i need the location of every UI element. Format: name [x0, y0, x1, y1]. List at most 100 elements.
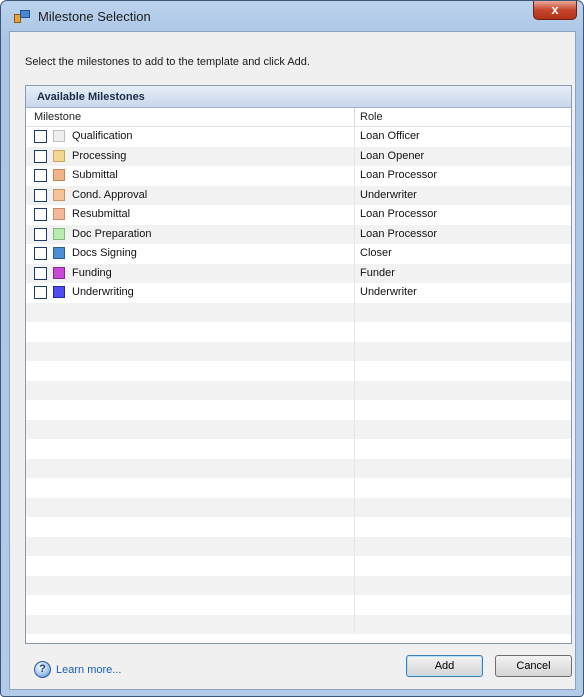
- column-divider: [354, 341, 355, 361]
- empty-row: [26, 595, 571, 615]
- column-divider: [354, 517, 355, 537]
- column-divider: [354, 614, 355, 634]
- milestone-checkbox[interactable]: [34, 149, 47, 163]
- column-divider: [354, 400, 355, 420]
- milestone-row[interactable]: Funding Funder: [26, 263, 571, 283]
- column-divider: [354, 322, 355, 342]
- milestone-name: Cond. Approval: [72, 188, 148, 201]
- milestone-role: Loan Opener: [360, 149, 425, 162]
- column-header-milestone[interactable]: Milestone: [34, 111, 81, 123]
- column-divider: [354, 185, 355, 205]
- milestone-color-swatch-icon: [53, 188, 65, 201]
- empty-row: [26, 458, 571, 478]
- empty-row: [26, 497, 571, 517]
- milestone-name: Docs Signing: [72, 247, 137, 259]
- milestone-checkbox[interactable]: [34, 188, 47, 202]
- milestone-checkbox[interactable]: [34, 286, 47, 299]
- window-title: Milestone Selection: [38, 9, 151, 24]
- close-button[interactable]: x: [533, 1, 577, 20]
- milestone-role: Loan Processor: [360, 227, 438, 240]
- empty-row: [26, 380, 571, 400]
- milestone-row[interactable]: Docs Signing Closer: [26, 244, 571, 264]
- milestone-role: Underwriter: [360, 188, 417, 201]
- milestone-checkbox[interactable]: [34, 130, 47, 143]
- milestone-role: Loan Processor: [360, 169, 438, 181]
- column-divider: [354, 419, 355, 439]
- empty-row: [26, 419, 571, 439]
- milestone-checkbox[interactable]: [34, 169, 47, 182]
- column-divider: [354, 380, 355, 400]
- column-divider: [354, 224, 355, 244]
- milestone-row[interactable]: Cond. Approval Underwriter: [26, 185, 571, 205]
- empty-row: [26, 556, 571, 576]
- available-milestones-panel: Available Milestones Milestone Role Qual…: [25, 85, 572, 644]
- column-divider[interactable]: [354, 108, 355, 127]
- column-divider: [354, 166, 355, 186]
- milestone-checkbox[interactable]: [34, 266, 47, 280]
- learn-more-link[interactable]: Learn more...: [56, 664, 121, 676]
- milestone-name: Qualification: [72, 130, 133, 142]
- column-divider: [354, 556, 355, 576]
- column-divider: [354, 595, 355, 615]
- empty-row: [26, 302, 571, 322]
- empty-row: [26, 575, 571, 595]
- milestone-color-swatch-icon: [53, 247, 65, 259]
- column-divider: [354, 205, 355, 225]
- milestone-color-swatch-icon: [53, 227, 65, 240]
- milestone-color-swatch-icon: [53, 208, 65, 220]
- empty-row: [26, 439, 571, 459]
- title-bar[interactable]: Milestone Selection x: [1, 1, 583, 31]
- milestone-name: Resubmittal: [72, 208, 131, 220]
- milestone-color-swatch-icon: [53, 286, 65, 298]
- milestone-role: Underwriter: [360, 286, 417, 298]
- milestone-row[interactable]: Doc Preparation Loan Processor: [26, 224, 571, 244]
- milestone-row[interactable]: Qualification Loan Officer: [26, 127, 571, 147]
- cancel-button[interactable]: Cancel: [495, 655, 572, 677]
- column-divider: [354, 127, 355, 147]
- milestone-name: Processing: [72, 149, 127, 162]
- column-divider: [354, 361, 355, 381]
- milestone-color-swatch-icon: [53, 149, 65, 162]
- instruction-text: Select the milestones to add to the temp…: [25, 56, 310, 68]
- column-divider: [354, 497, 355, 517]
- column-divider: [354, 575, 355, 595]
- milestone-row[interactable]: Submittal Loan Processor: [26, 166, 571, 186]
- milestone-color-swatch-icon: [53, 130, 65, 142]
- column-divider: [354, 146, 355, 166]
- empty-row: [26, 361, 571, 381]
- empty-row: [26, 341, 571, 361]
- milestone-row[interactable]: Resubmittal Loan Processor: [26, 205, 571, 225]
- empty-row: [26, 614, 571, 634]
- milestone-name: Doc Preparation: [72, 227, 152, 240]
- column-divider: [354, 263, 355, 283]
- milestone-row[interactable]: Processing Loan Opener: [26, 146, 571, 166]
- column-divider: [354, 439, 355, 459]
- milestone-role: Closer: [360, 247, 392, 259]
- column-divider: [354, 244, 355, 264]
- milestone-role: Loan Officer: [360, 130, 420, 142]
- empty-row: [26, 517, 571, 537]
- column-divider: [354, 458, 355, 478]
- milestone-role: Funder: [360, 266, 395, 279]
- empty-row: [26, 536, 571, 556]
- add-button[interactable]: Add: [406, 655, 483, 677]
- milestone-row[interactable]: Underwriting Underwriter: [26, 283, 571, 303]
- column-divider: [354, 283, 355, 303]
- column-divider: [354, 478, 355, 498]
- milestone-color-swatch-icon: [53, 169, 65, 181]
- empty-row: [26, 322, 571, 342]
- milestone-selection-dialog: Milestone Selection x Select the milesto…: [0, 0, 584, 697]
- panel-title: Available Milestones: [26, 86, 571, 108]
- milestone-name: Underwriting: [72, 286, 134, 298]
- help-icon[interactable]: ?: [34, 661, 51, 678]
- column-header-role[interactable]: Role: [360, 111, 383, 123]
- empty-row: [26, 400, 571, 420]
- empty-row: [26, 478, 571, 498]
- milestone-checkbox[interactable]: [34, 208, 47, 221]
- milestone-name: Submittal: [72, 169, 118, 181]
- milestone-name: Funding: [72, 266, 112, 279]
- column-divider: [354, 536, 355, 556]
- milestone-checkbox[interactable]: [34, 227, 47, 241]
- milestone-checkbox[interactable]: [34, 247, 47, 260]
- milestone-list: Qualification Loan Officer Processing Loan …: [26, 127, 571, 643]
